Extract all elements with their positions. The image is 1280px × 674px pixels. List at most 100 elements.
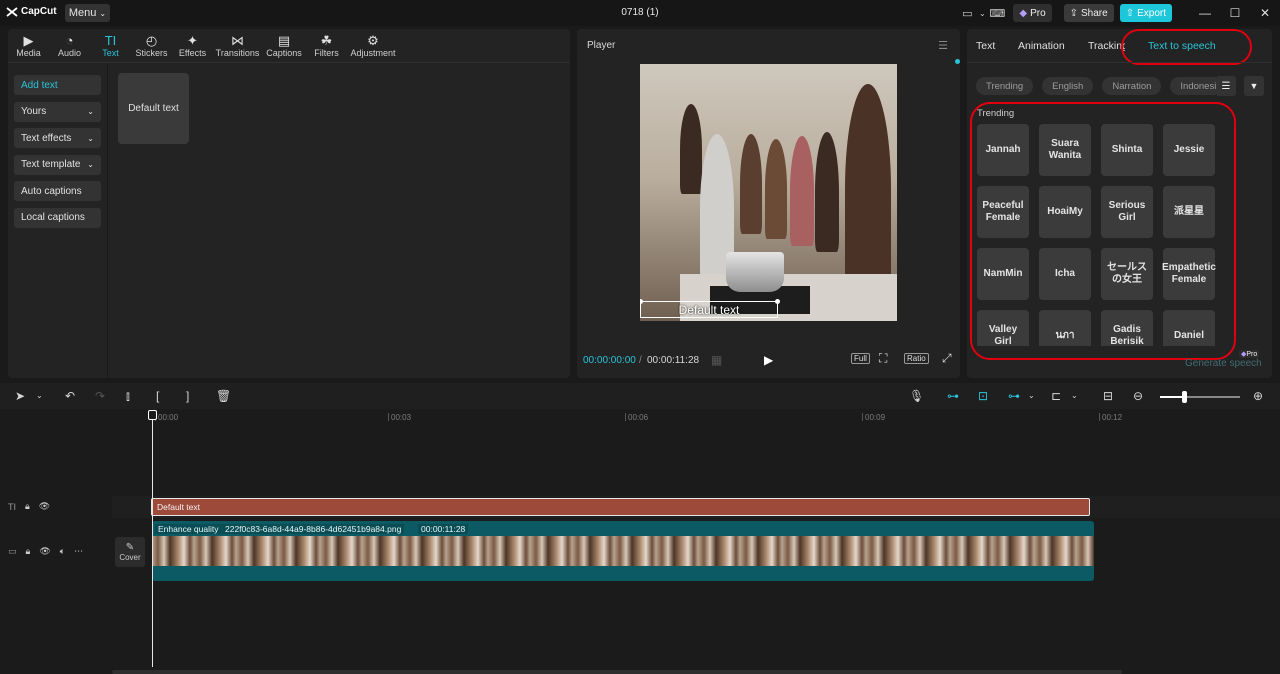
fullscreen-icon[interactable]: ⤢ [942, 351, 952, 366]
export-button[interactable]: ⇧ Export [1119, 4, 1172, 22]
maximize-icon[interactable]: ☐ [1220, 6, 1250, 20]
sidenav-text-template[interactable]: Text template ⌄ [14, 154, 101, 175]
tab-animation[interactable]: Animation [1018, 40, 1065, 52]
divider [967, 62, 1272, 63]
default-text-card[interactable]: Default text [118, 73, 189, 144]
zoom-in-icon[interactable]: ⊕ [1253, 389, 1263, 403]
shortcuts-icon[interactable]: ⌨ [987, 5, 1007, 21]
chevron-down-icon[interactable]: ⌄ [1028, 391, 1035, 400]
text-clip[interactable]: Default text [151, 498, 1090, 516]
video-clip[interactable]: Enhance quality 222f0c83-6a8d-44a9-8b86-… [152, 521, 1094, 581]
chip-english[interactable]: English [1042, 77, 1094, 95]
export-icon: ⇧ [1125, 7, 1135, 19]
player-title: Player [587, 40, 616, 51]
play-icon[interactable]: ▶ [764, 353, 773, 367]
enhance-quality-tag[interactable]: Enhance quality [155, 524, 222, 534]
menu-button-label: Menu [68, 7, 97, 19]
main-track-magnet-icon[interactable]: ⊶ [947, 389, 959, 403]
redo-icon[interactable]: ↷ [95, 389, 105, 403]
sidenav-label: Auto captions [21, 185, 82, 197]
chip-label: Narration [1112, 80, 1152, 92]
sidenav-yours[interactable]: Yours ⌄ [14, 101, 101, 122]
sidenav-auto-captions[interactable]: Auto captions [14, 181, 101, 202]
chip-label: Indonesian [1180, 80, 1216, 92]
microphone-icon[interactable]: 🎙 [909, 389, 924, 403]
caption-overlay[interactable]: Default text [640, 299, 780, 318]
zoom-fit-icon[interactable]: ⛶ [879, 351, 887, 366]
eye-icon[interactable]: 👁︎ [39, 546, 50, 557]
split-icon[interactable]: ⫾ [126, 389, 130, 404]
zoom-slider[interactable] [1160, 391, 1240, 403]
playhead-handle[interactable] [148, 410, 157, 420]
video-preview[interactable]: Default text [640, 64, 897, 321]
lock-icon[interactable]: 🔒︎ [25, 501, 30, 512]
minimize-icon[interactable]: — [1190, 6, 1220, 20]
hamburger-menu-icon[interactable]: ☰ [938, 39, 948, 52]
cover-button[interactable]: ✎ Cover [115, 537, 145, 567]
tab-stickers[interactable]: ◴ Stickers [131, 29, 172, 62]
tab-captions[interactable]: ▤ Captions [262, 29, 306, 62]
tab-media[interactable]: ▶ Media [8, 29, 49, 62]
ruler-label: 00:12 [1102, 413, 1123, 422]
volume-icon[interactable]: 🔈︎ [60, 546, 65, 557]
auto-snap-icon[interactable]: ⊡ [978, 389, 988, 403]
title-bar: CapCut Menu ⌄ 0718 (1) ▭ ⌄ ⌨ ◆ Pro ⇪ Sha… [0, 0, 1280, 26]
menu-button[interactable]: Menu ⌄ [65, 4, 110, 22]
select-cursor-icon[interactable]: ➤ [15, 389, 25, 403]
trim-right-icon[interactable]: ] [186, 389, 189, 403]
chip-indonesian[interactable]: Indonesian [1170, 77, 1216, 95]
preview-axis-icon[interactable]: ⊏ [1051, 389, 1061, 403]
delete-icon[interactable]: 🗑 [216, 389, 231, 403]
close-icon[interactable]: ✕ [1250, 6, 1280, 20]
chevron-down-icon[interactable]: ▼ [1244, 76, 1264, 96]
chip-narration[interactable]: Narration [1102, 77, 1162, 95]
sidenav-label: Add text [21, 79, 58, 91]
trim-left-icon[interactable]: [ [156, 389, 159, 403]
share-button[interactable]: ⇪ Share [1063, 4, 1114, 22]
grid-icon[interactable]: ▦ [711, 353, 722, 367]
undo-icon[interactable]: ↶ [65, 389, 75, 403]
zoom-slider-handle[interactable] [1182, 391, 1187, 403]
ratio-button[interactable]: Ratio [904, 353, 929, 364]
tab-filters[interactable]: ☘ Filters [306, 29, 347, 62]
chip-trending[interactable]: Trending [976, 77, 1034, 95]
pro-button[interactable]: ◆ Pro [1013, 4, 1052, 22]
full-quality-button[interactable]: Full [851, 353, 870, 364]
tab-label: Text [102, 48, 119, 58]
timeline: 00:00 00:03 00:06 00:09 00:12 TI 🔒︎ 👁︎ D… [0, 409, 1280, 674]
share-icon: ⇪ [1069, 7, 1079, 19]
tab-text[interactable]: TI Text [90, 29, 131, 62]
tab-effects[interactable]: ✦ Effects [172, 29, 213, 62]
chevron-down-icon[interactable]: ⌄ [36, 391, 43, 400]
filter-icon[interactable]: ☰ [1216, 76, 1236, 96]
generate-speech-button[interactable]: Generate speech [1185, 358, 1262, 369]
tab-text[interactable]: Text [976, 40, 995, 52]
zoom-out-icon[interactable]: ⊖ [1133, 389, 1143, 403]
screen-icon[interactable]: ⊟ [1103, 389, 1113, 403]
properties-panel: Text Animation Tracking Text to speech T… [967, 29, 1272, 378]
horizontal-scrollbar[interactable] [112, 670, 1122, 674]
preview-figure [680, 104, 702, 194]
sidenav-add-text[interactable]: Add text [14, 75, 101, 95]
chevron-down-icon[interactable]: ⌄ [977, 5, 987, 21]
chevron-down-icon[interactable]: ⌄ [1071, 391, 1078, 400]
sidenav-text-effects[interactable]: Text effects ⌄ [14, 128, 101, 149]
more-icon[interactable]: ⋯ [74, 546, 83, 557]
link-icon[interactable]: ⊶ [1008, 389, 1020, 403]
audio-icon: ◔ [65, 33, 74, 48]
tab-transitions[interactable]: ⋈ Transitions [213, 29, 262, 62]
current-time: 00:00:00:00 [583, 355, 636, 366]
cover-label: Cover [119, 553, 141, 562]
eye-icon[interactable]: 👁︎ [39, 501, 50, 512]
preview-pot [726, 252, 784, 292]
tab-adjustment[interactable]: ⚙ Adjustment [347, 29, 399, 62]
sidenav-local-captions[interactable]: Local captions [14, 207, 101, 228]
playhead[interactable] [152, 411, 153, 667]
pro-badge-label: Pro [1246, 351, 1258, 358]
tab-audio[interactable]: ◔ Audio [49, 29, 90, 62]
tab-tracking[interactable]: Tracking [1088, 40, 1125, 52]
preview-figure [765, 139, 787, 239]
tab-label: Filters [314, 48, 339, 58]
lock-icon[interactable]: 🔒︎ [26, 546, 31, 557]
layout-icon[interactable]: ▭ [957, 5, 977, 21]
